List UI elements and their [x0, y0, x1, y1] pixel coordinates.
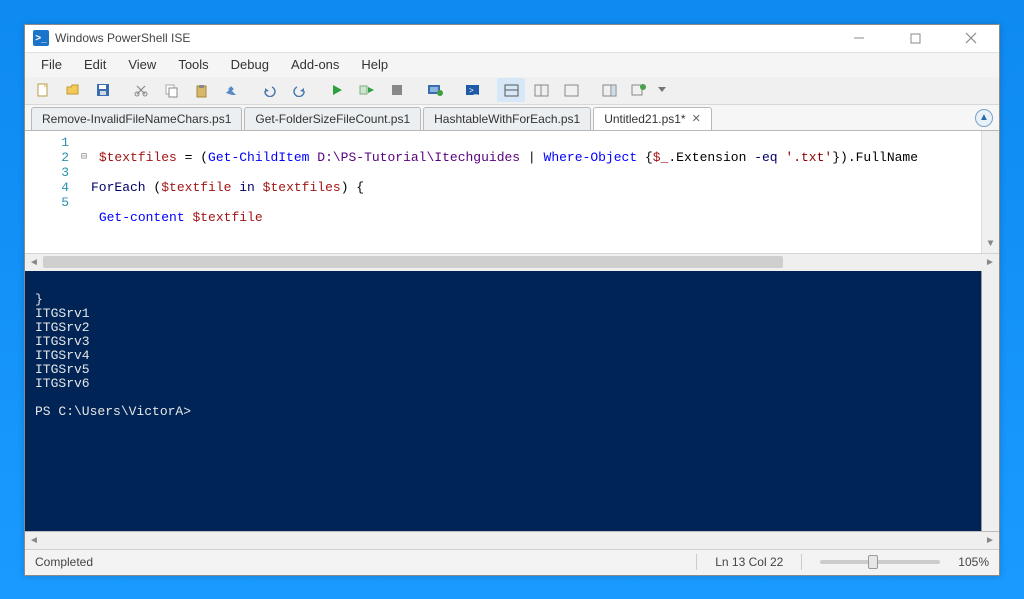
- scroll-left-icon[interactable]: ◄: [25, 257, 43, 268]
- show-command-icon[interactable]: [625, 78, 653, 102]
- run-icon[interactable]: [323, 78, 351, 102]
- copy-icon[interactable]: [157, 78, 185, 102]
- tab-label: Remove-InvalidFileNameChars.ps1: [42, 112, 231, 126]
- menu-view[interactable]: View: [118, 55, 166, 74]
- command-addon-icon[interactable]: [595, 78, 623, 102]
- menubar: File Edit View Tools Debug Add-ons Help: [25, 53, 999, 77]
- scroll-thumb[interactable]: [43, 256, 783, 268]
- editor-hscrollbar[interactable]: ◄ ►: [25, 253, 999, 271]
- menu-help[interactable]: Help: [351, 55, 398, 74]
- menu-edit[interactable]: Edit: [74, 55, 116, 74]
- powershell-tab-icon[interactable]: >_: [459, 78, 487, 102]
- console-pane[interactable]: } ITGSrv1 ITGSrv2 ITGSrv3 ITGSrv4 ITGSrv…: [25, 271, 981, 531]
- svg-text:>_: >_: [469, 86, 479, 95]
- fold-column: ⊟: [77, 131, 91, 253]
- remote-icon[interactable]: [421, 78, 449, 102]
- tab-foldersize[interactable]: Get-FolderSizeFileCount.ps1: [244, 107, 421, 130]
- cursor-position: Ln 13 Col 22: [715, 555, 783, 569]
- redo-icon[interactable]: [285, 78, 313, 102]
- tab-untitled[interactable]: Untitled21.ps1* ✕: [593, 107, 712, 130]
- toolbar-dropdown-icon[interactable]: [655, 78, 669, 102]
- status-text: Completed: [35, 555, 93, 569]
- line-gutter: 1 2 3 4 5: [25, 131, 77, 253]
- run-selection-icon[interactable]: [353, 78, 381, 102]
- layout-3-icon[interactable]: [557, 78, 585, 102]
- tab-label: Get-FolderSizeFileCount.ps1: [255, 112, 410, 126]
- paste-icon[interactable]: [187, 78, 215, 102]
- main-window: >_ Windows PowerShell ISE File Edit View…: [24, 24, 1000, 576]
- clear-icon[interactable]: [217, 78, 245, 102]
- fold-icon[interactable]: ⊟: [77, 150, 91, 165]
- zoom-slider[interactable]: [820, 560, 940, 564]
- console-hscrollbar[interactable]: ◄ ►: [25, 531, 999, 549]
- statusbar: Completed Ln 13 Col 22 105%: [25, 549, 999, 575]
- console-vscrollbar[interactable]: [981, 271, 999, 531]
- menu-tools[interactable]: Tools: [168, 55, 218, 74]
- script-editor[interactable]: 1 2 3 4 5 ⊟ $textfiles = (Get-ChildItem …: [25, 131, 999, 253]
- open-icon[interactable]: [59, 78, 87, 102]
- maximize-button[interactable]: [895, 27, 935, 49]
- titlebar: >_ Windows PowerShell ISE: [25, 25, 999, 53]
- slider-thumb[interactable]: [868, 555, 878, 569]
- zoom-level: 105%: [958, 555, 989, 569]
- code-area[interactable]: $textfiles = (Get-ChildItem D:\PS-Tutori…: [91, 131, 981, 253]
- undo-icon[interactable]: [255, 78, 283, 102]
- new-icon[interactable]: [29, 78, 57, 102]
- scroll-right-icon[interactable]: ►: [981, 257, 999, 268]
- scroll-right-icon[interactable]: ►: [981, 535, 999, 546]
- stop-icon[interactable]: [383, 78, 411, 102]
- file-tabs: Remove-InvalidFileNameChars.ps1 Get-Fold…: [25, 105, 999, 131]
- toolbar: >_: [25, 77, 999, 105]
- menu-debug[interactable]: Debug: [221, 55, 279, 74]
- window-title: Windows PowerShell ISE: [55, 31, 190, 45]
- tab-remove-invalid[interactable]: Remove-InvalidFileNameChars.ps1: [31, 107, 242, 130]
- layout-2-icon[interactable]: [527, 78, 555, 102]
- editor-vscrollbar[interactable]: ▼: [981, 131, 999, 253]
- tab-hashtable[interactable]: HashtableWithForEach.ps1: [423, 107, 591, 130]
- menu-file[interactable]: File: [31, 55, 72, 74]
- scroll-left-icon[interactable]: ◄: [25, 535, 43, 546]
- menu-addons[interactable]: Add-ons: [281, 55, 349, 74]
- close-button[interactable]: [951, 27, 991, 49]
- minimize-button[interactable]: [839, 27, 879, 49]
- tab-label: Untitled21.ps1*: [604, 112, 685, 126]
- save-icon[interactable]: [89, 78, 117, 102]
- layout-1-icon[interactable]: [497, 78, 525, 102]
- app-icon: >_: [33, 30, 49, 46]
- tab-label: HashtableWithForEach.ps1: [434, 112, 580, 126]
- cut-icon[interactable]: [127, 78, 155, 102]
- collapse-script-icon[interactable]: ▲: [975, 109, 993, 127]
- close-icon[interactable]: ✕: [692, 112, 701, 125]
